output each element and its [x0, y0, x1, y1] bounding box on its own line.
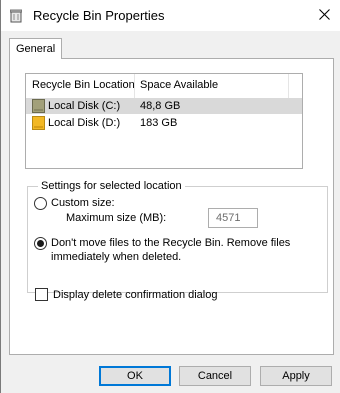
- drive-icon: [32, 116, 45, 130]
- list-header: Recycle Bin Location Space Available: [26, 74, 302, 98]
- settings-group: Settings for selected location Custom si…: [27, 180, 328, 293]
- radio-selected-dot: [37, 240, 44, 247]
- location-name: Local Disk (C:): [48, 100, 121, 112]
- close-button[interactable]: [309, 2, 339, 29]
- location-name: Local Disk (D:): [48, 117, 121, 129]
- settings-group-label: Settings for selected location: [38, 180, 185, 192]
- list-item[interactable]: Local Disk (C:) 48,8 GB: [26, 98, 302, 114]
- list-item[interactable]: Local Disk (D:) 183 GB: [26, 115, 302, 131]
- window-title: Recycle Bin Properties: [33, 8, 165, 23]
- custom-size-label[interactable]: Custom size:: [51, 197, 115, 209]
- max-size-label: Maximum size (MB):: [66, 212, 167, 224]
- cancel-button[interactable]: Cancel: [179, 366, 251, 386]
- recycle-bin-locations-list[interactable]: Recycle Bin Location Space Available Loc…: [25, 73, 303, 169]
- tab-general-label: General: [16, 43, 56, 55]
- title-bar[interactable]: Recycle Bin Properties: [1, 0, 340, 31]
- space-available: 183 GB: [140, 117, 178, 129]
- dont-move-label-continued[interactable]: immediately when deleted.: [51, 251, 181, 263]
- properties-window: Recycle Bin Properties General Recycle B…: [0, 0, 340, 393]
- apply-button[interactable]: Apply: [260, 366, 332, 386]
- max-size-input[interactable]: 4571: [208, 208, 258, 228]
- ok-button[interactable]: OK: [99, 366, 171, 386]
- general-panel: Recycle Bin Location Space Available Loc…: [9, 58, 334, 355]
- dont-move-radio[interactable]: [34, 237, 47, 250]
- recycle-bin-icon: [9, 9, 23, 23]
- column-divider[interactable]: [288, 74, 289, 98]
- close-icon: [318, 8, 330, 23]
- column-header-location[interactable]: Recycle Bin Location: [32, 79, 135, 91]
- confirm-dialog-checkbox[interactable]: [35, 288, 48, 301]
- column-divider[interactable]: [134, 74, 135, 98]
- space-available: 48,8 GB: [140, 100, 181, 112]
- custom-size-radio[interactable]: [34, 197, 47, 210]
- column-header-space[interactable]: Space Available: [140, 79, 218, 91]
- confirm-dialog-label[interactable]: Display delete confirmation dialog: [53, 289, 217, 301]
- dont-move-label[interactable]: Don't move files to the Recycle Bin. Rem…: [51, 237, 290, 249]
- system-drive-icon: [32, 99, 45, 113]
- tab-general[interactable]: General: [9, 38, 62, 59]
